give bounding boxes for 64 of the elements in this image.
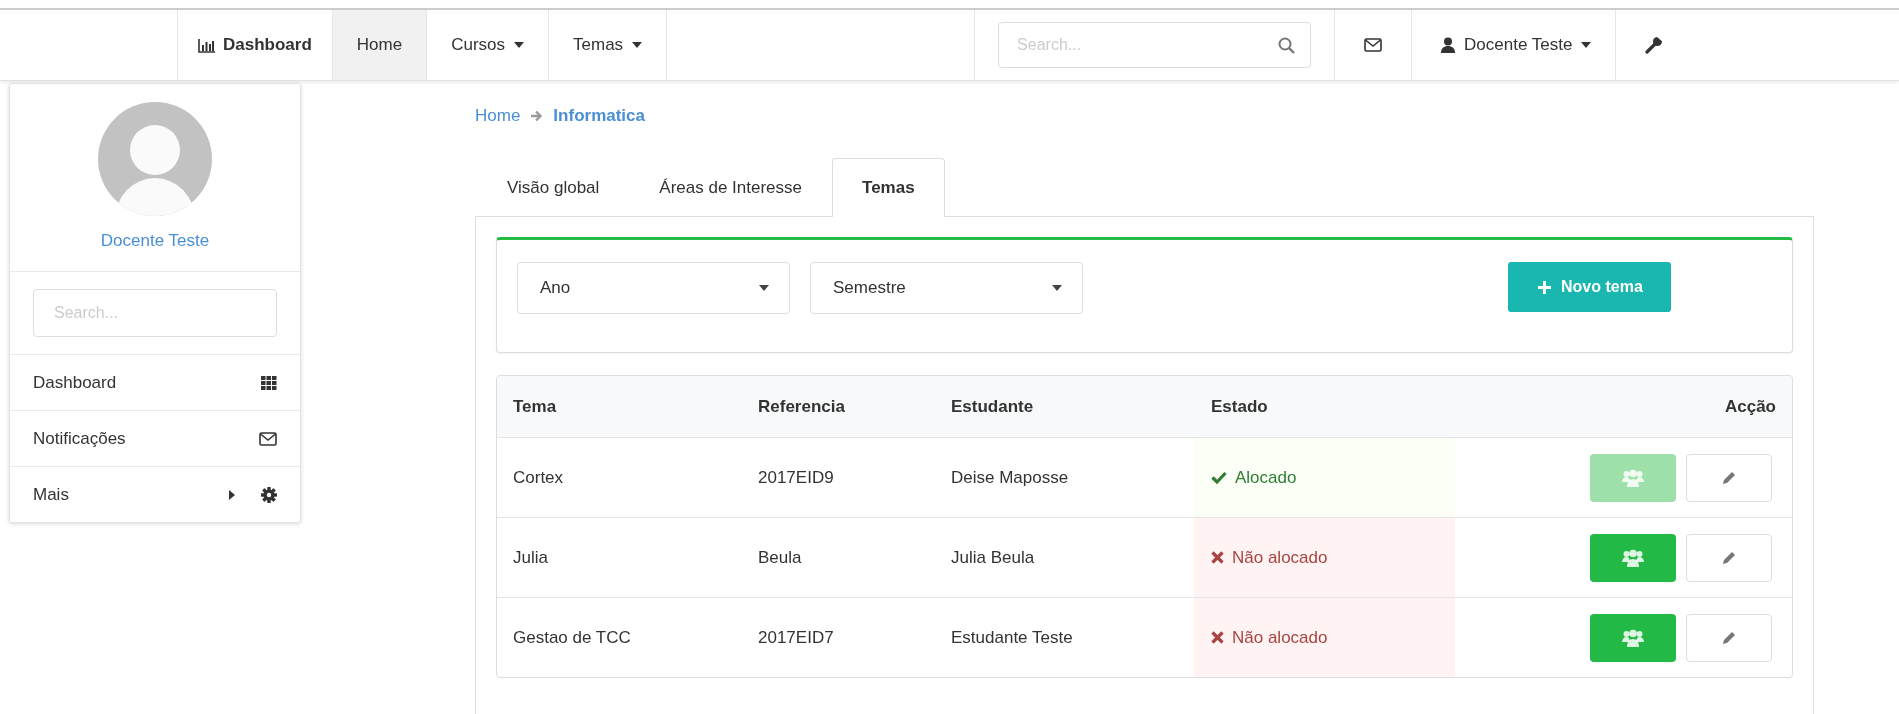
status-text: Não alocado [1232,547,1328,568]
breadcrumb-current: Informatica [553,106,645,126]
nav-tab[interactable]: Cursos [427,10,549,80]
edit-button[interactable] [1686,453,1772,502]
grid-icon [261,375,277,390]
cross-icon [1211,631,1224,644]
caret-right-icon [229,489,235,500]
table-cell-text: Cortex [512,466,565,489]
group-icon [1622,548,1644,567]
tab[interactable]: Áreas de Interesse [629,158,833,217]
table-cell-text: Beula [758,546,803,569]
avatar-icon [98,102,212,216]
table-cell-text: Julia Beula [951,546,1036,569]
dashboard-link[interactable]: Dashboard [178,10,333,80]
status-text: Alocado [1235,467,1297,488]
tab[interactable]: Visão global [477,158,630,217]
user-icon [1441,37,1456,53]
edit-button[interactable] [1686,613,1772,662]
check-icon [1211,471,1227,484]
status-text: Não alocado [1232,627,1328,648]
pencil-icon [1721,629,1737,646]
search-icon [1278,37,1296,54]
gear-icon [261,486,277,503]
user-menu[interactable]: Docente Teste [1412,10,1617,80]
group-icon [1622,628,1644,647]
dropdown-select[interactable]: Ano [517,262,790,314]
column-header: Estado [1210,395,1269,418]
column-header: Estudante [951,395,1035,418]
column-header: Tema [512,395,558,418]
pencil-icon [1721,469,1737,486]
wrench-icon [1645,36,1664,54]
sidebar-item[interactable]: Dashboard [10,355,300,411]
table-cell-text: Julia [512,546,549,569]
caret-icon [1581,42,1592,48]
breadcrumb-link[interactable]: Home [475,106,521,126]
table-cell-text: Deise Maposse [951,466,1070,489]
nav-tab[interactable]: Home [332,10,428,80]
caret-icon [1052,285,1062,291]
plus-icon [1538,280,1551,294]
nav-tab[interactable]: Temas [549,10,668,80]
tab[interactable]: Temas [832,158,945,217]
table-cell-text: 2017EID9 [758,466,835,489]
envelope-icon [1364,38,1383,52]
column-header: Acção [1723,395,1777,418]
arrow-right-icon [530,110,544,122]
sidebar-item[interactable]: Mais [10,467,300,522]
table-cell-text: Gestao de TCC [512,626,632,649]
dropdown-select[interactable]: Semestre [810,262,1083,314]
caret-icon [759,285,769,291]
assign-group-button[interactable] [1590,613,1676,662]
bar-chart-icon [198,37,216,53]
table-cell-text: Estudante Teste [951,626,1074,649]
table-cell-text: 2017EID7 [758,626,835,649]
edit-button[interactable] [1686,533,1772,582]
column-header: Referencia [758,395,846,418]
assign-group-button[interactable] [1590,533,1676,582]
caret-icon [514,42,524,48]
pencil-icon [1721,549,1737,566]
sidebar-item[interactable]: Notificações [10,411,300,467]
cross-icon [1211,551,1224,564]
profile-name-link[interactable]: Docente Teste [100,231,210,251]
caret-icon [632,42,643,48]
group-icon [1622,468,1644,487]
envelope-icon [259,431,277,446]
